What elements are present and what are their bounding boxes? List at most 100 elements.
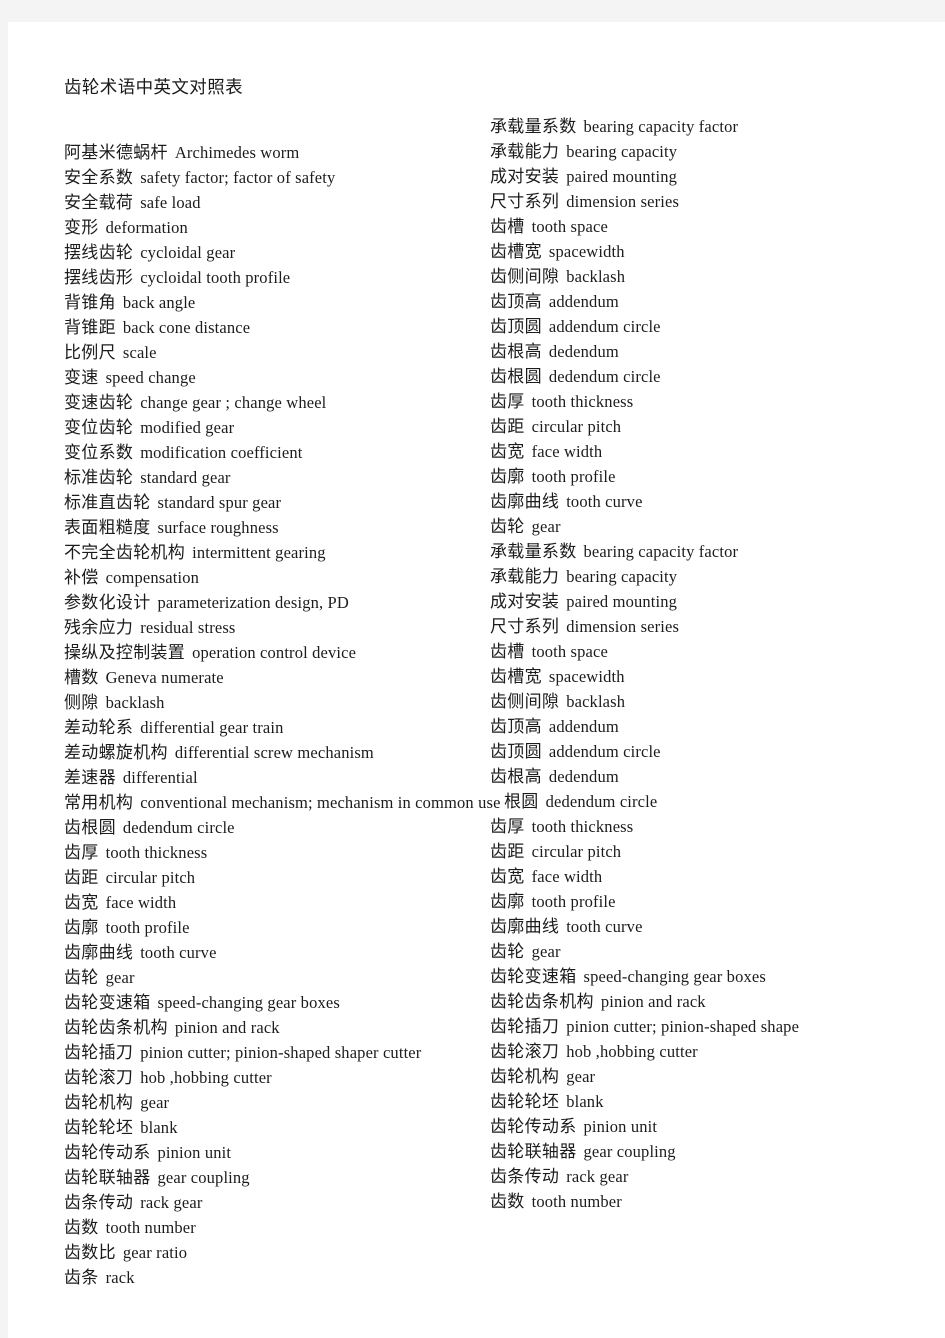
- term-entry: 比例尺 scale: [64, 340, 157, 365]
- term-chinese: 齿条传动: [490, 1167, 560, 1186]
- term-english: pinion unit: [157, 1143, 232, 1162]
- term-english: modification coefficient: [140, 443, 303, 462]
- term-entry: 标准齿轮 standard gear: [64, 465, 231, 490]
- term-chinese: 摆线齿轮: [64, 243, 134, 262]
- term-entry: 摆线齿轮 cycloidal gear: [64, 240, 235, 265]
- term-entry: 齿顶圆 addendum circle: [490, 314, 661, 339]
- term-entry: 齿轮联轴器 gear coupling: [490, 1139, 676, 1164]
- term-entry: 齿槽 tooth space: [490, 214, 608, 239]
- term-chinese: 齿距: [64, 868, 99, 887]
- term-chinese: 齿侧间隙: [490, 267, 560, 286]
- term-entry: 齿顶高 addendum: [490, 714, 619, 739]
- term-english: bearing capacity: [566, 142, 678, 161]
- term-chinese: 成对安装: [490, 167, 560, 186]
- term-entry: 残余应力 residual stress: [64, 615, 235, 640]
- term-chinese: 齿轮变速箱: [64, 993, 151, 1012]
- term-english: dedendum circle: [122, 818, 235, 837]
- term-entry: 齿距 circular pitch: [64, 865, 195, 890]
- term-chinese: 齿厚: [490, 392, 525, 411]
- term-english: addendum: [548, 292, 619, 311]
- term-entry: 齿根高 dedendum: [490, 339, 619, 364]
- term-english: gear coupling: [157, 1168, 250, 1187]
- term-entry: 安全系数 safety factor; factor of safety: [64, 165, 335, 190]
- term-chinese: 齿轮插刀: [64, 1043, 134, 1062]
- term-chinese: 变位系数: [64, 443, 134, 462]
- term-entry: 齿廓 tooth profile: [490, 464, 616, 489]
- term-english: compensation: [105, 568, 200, 587]
- term-english: hob ,hobbing cutter: [566, 1042, 698, 1061]
- term-english: bearing capacity factor: [583, 117, 739, 136]
- term-entry: 齿根圆 dedendum circle: [490, 364, 661, 389]
- term-chinese: 齿廓: [64, 918, 99, 937]
- term-chinese: 齿宽: [490, 442, 525, 461]
- term-chinese: 摆线齿形: [64, 268, 134, 287]
- term-entry: 齿轮变速箱 speed-changing gear boxes: [64, 990, 340, 1015]
- term-english: circular pitch: [531, 417, 622, 436]
- term-chinese: 齿根高: [490, 767, 542, 786]
- term-english: gear coupling: [583, 1142, 676, 1161]
- term-entry: 齿距 circular pitch: [490, 414, 621, 439]
- term-english: dedendum: [548, 342, 619, 361]
- term-chinese: 变形: [64, 218, 99, 237]
- term-chinese: 齿轮轮坯: [490, 1092, 560, 1111]
- term-english: tooth thickness: [531, 392, 634, 411]
- term-english: standard gear: [140, 468, 231, 487]
- term-entry: 差速器 differential: [64, 765, 198, 790]
- term-chinese: 齿廓曲线: [490, 917, 560, 936]
- term-english: tooth profile: [531, 467, 616, 486]
- term-english: tooth curve: [140, 943, 217, 962]
- term-entry: 齿轮插刀 pinion cutter; pinion-shaped shape: [490, 1014, 799, 1039]
- term-english: spacewidth: [548, 242, 625, 261]
- term-chinese: 差速器: [64, 768, 116, 787]
- term-english: cycloidal gear: [140, 243, 236, 262]
- term-chinese: 齿根圆: [490, 367, 542, 386]
- term-english: differential screw mechanism: [174, 743, 374, 762]
- term-chinese: 承载能力: [490, 142, 560, 161]
- term-english: speed change: [105, 368, 196, 387]
- term-entry: 齿轮机构 gear: [490, 1064, 595, 1089]
- term-chinese: 齿条: [64, 1268, 99, 1287]
- term-english: back cone distance: [122, 318, 251, 337]
- term-entry: 根圆 dedendum circle: [504, 789, 657, 814]
- term-english: cycloidal tooth profile: [140, 268, 291, 287]
- term-entry: 承载量系数 bearing capacity factor: [490, 114, 738, 139]
- term-entry: 齿轮轮坯 blank: [490, 1089, 604, 1114]
- term-entry: 成对安装 paired mounting: [490, 164, 677, 189]
- term-english: tooth number: [531, 1192, 622, 1211]
- term-chinese: 比例尺: [64, 343, 116, 362]
- term-chinese: 齿根高: [490, 342, 542, 361]
- term-english: rack: [105, 1268, 135, 1287]
- term-english: backlash: [566, 692, 626, 711]
- term-chinese: 残余应力: [64, 618, 134, 637]
- term-english: tooth number: [105, 1218, 196, 1237]
- term-chinese: 背锥距: [64, 318, 116, 337]
- term-chinese: 标准直齿轮: [64, 493, 151, 512]
- term-chinese: 齿宽: [64, 893, 99, 912]
- term-entry: 齿槽 tooth space: [490, 639, 608, 664]
- term-entry: 齿宽 face width: [490, 439, 602, 464]
- term-english: rack gear: [140, 1193, 203, 1212]
- term-chinese: 常用机构: [64, 793, 134, 812]
- term-english: circular pitch: [105, 868, 196, 887]
- term-entry: 齿轮机构 gear: [64, 1090, 169, 1115]
- term-chinese: 齿轮变速箱: [490, 967, 577, 986]
- term-english: blank: [140, 1118, 178, 1137]
- term-entry: 齿轮传动系 pinion unit: [64, 1140, 231, 1165]
- term-english: change gear ; change wheel: [140, 393, 327, 412]
- term-entry: 齿侧间隙 backlash: [490, 689, 625, 714]
- term-entry: 摆线齿形 cycloidal tooth profile: [64, 265, 290, 290]
- term-english: backlash: [105, 693, 165, 712]
- term-english: gear: [140, 1093, 170, 1112]
- term-chinese: 表面粗糙度: [64, 518, 151, 537]
- term-chinese: 齿根圆: [64, 818, 116, 837]
- term-chinese: 齿廓曲线: [490, 492, 560, 511]
- term-entry: 侧隙 backlash: [64, 690, 165, 715]
- term-chinese: 承载量系数: [490, 542, 577, 561]
- term-chinese: 齿数: [490, 1192, 525, 1211]
- term-entry: 齿顶圆 addendum circle: [490, 739, 661, 764]
- term-entry: 背锥距 back cone distance: [64, 315, 250, 340]
- term-english: addendum: [548, 717, 619, 736]
- term-entry: 尺寸系列 dimension series: [490, 614, 679, 639]
- term-entry: 承载能力 bearing capacity: [490, 564, 677, 589]
- document-body: 齿轮术语中英文对照表 阿基米德蜗杆 Archimedes worm 安全系数 safe…: [8, 22, 945, 1338]
